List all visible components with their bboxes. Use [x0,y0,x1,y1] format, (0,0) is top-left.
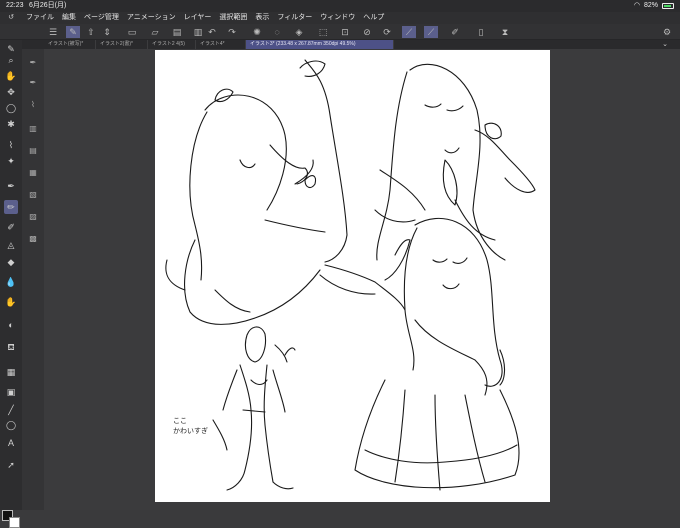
sparkle-tool-icon[interactable]: ✦ [4,154,18,168]
document-tabs: イラスト(被写)* イラスト2(書)* イラスト2 4(5) イラスト4* イラ… [22,40,680,49]
sub-tool-5-icon[interactable]: ▤ [27,145,39,157]
new-file-icon[interactable]: ▭ [125,26,139,38]
wand-tool-icon[interactable]: ✱ [4,117,18,131]
ruler-pen-icon[interactable]: ⟋ [402,26,416,38]
tab-illust-active[interactable]: イラスト3* (233.48 x 267.87mm 350dpi 49.5%) [246,40,394,49]
sub-tool-8-icon[interactable]: ▨ [27,211,39,223]
menu-layer[interactable]: レイヤー [180,12,216,24]
arrow-up-icon[interactable]: ⇧ [84,26,98,38]
tab-illust-4[interactable]: イラスト4* [196,40,246,49]
rotate-icon[interactable]: ⟳ [380,26,394,38]
frame-tool-icon[interactable]: ▣ [4,385,18,399]
status-date: 6月26日(月) [29,2,67,9]
status-right-group: ◠ 82% [634,0,674,12]
menu-selection[interactable]: 選択範囲 [215,12,251,24]
chevron-down-icon[interactable]: ⌄ [662,40,668,49]
color-chips[interactable] [2,510,20,528]
menu-bar: ↺ ファイル 編集 ページ管理 アニメーション レイヤー 選択範囲 表示 フィル… [0,12,680,24]
settings-icon[interactable]: ⚙ [660,26,674,38]
wifi-icon: ◠ [633,2,640,9]
app-logo-icon[interactable]: ↺ [0,12,22,24]
menu-filter[interactable]: フィルター [273,12,316,24]
undo-icon[interactable]: ↶ [205,26,219,38]
line-pen-icon[interactable]: ⟋ [424,26,438,38]
eyedropper-tool-icon[interactable]: ⌇ [4,138,18,152]
sketch-drawing [165,59,536,491]
selection-icon[interactable]: ⊡ [338,26,352,38]
lasso-tool-icon[interactable]: ◯ [4,101,18,115]
tab-illust-3[interactable]: イラスト2 4(5) [148,40,196,49]
bucket-tool-icon[interactable]: ⛾ [4,340,18,354]
sub-tool-3-icon[interactable]: ⌇ [27,99,39,111]
sub-tool-1-icon[interactable]: ✒ [27,57,39,69]
save-icon[interactable]: ▤ [170,26,184,38]
redo-icon[interactable]: ↷ [225,26,239,38]
slider-icon[interactable]: ⧗ [498,26,512,38]
open-folder-icon[interactable]: ▱ [148,26,162,38]
sub-tool-9-icon[interactable]: ▩ [27,233,39,245]
sub-tool-strip: ✒ ✒ ⌇ ▥ ▤ ▦ ▧ ▨ ▩ [22,49,44,510]
hand-tool-icon[interactable]: ✋ [4,69,18,83]
gradient-tool-icon[interactable]: ▦ [4,365,18,379]
status-time: 22:23 [6,2,24,9]
arrow-swap-icon[interactable]: ⇕ [100,26,114,38]
fill-tool-icon[interactable]: ◐ [4,318,18,332]
object-tool-icon[interactable]: ➚ [4,458,18,472]
invert-icon[interactable]: ⊘ [360,26,374,38]
sub-tool-7-icon[interactable]: ▧ [27,189,39,201]
sub-color-chip[interactable] [9,517,20,528]
menu-page[interactable]: ページ管理 [80,12,123,24]
menu-file[interactable]: ファイル [22,12,58,24]
menu-view[interactable]: 表示 [251,12,273,24]
move-tool-icon[interactable]: ✥ [4,85,18,99]
spinner-icon[interactable]: ✺ [250,26,264,38]
print-icon[interactable]: ▥ [191,26,205,38]
pen-mode-icon[interactable]: ✎ [66,26,80,38]
balloon-tool-icon[interactable]: ◯ [4,418,18,432]
blend-tool-icon[interactable]: 💧 [4,275,18,289]
battery-percent: 82% [643,2,658,9]
command-bar: ☰ ✎ ⇧ ⇕ ▭ ▱ ▤ ▥ ↶ ↷ ✺ ◌ ◈ ⬚ ⊡ ⊘ ⟳ ⟋ ⟋ ✐ … [0,24,680,40]
transform-icon[interactable]: ⬚ [316,26,330,38]
pen-tool-icon[interactable]: ✒ [4,179,18,193]
eraser-tool-icon[interactable]: ◆ [4,255,18,269]
menu-animation[interactable]: アニメーション [123,12,180,24]
ios-status-bar: 22:23 6月26日(月) ◠ 82% [0,0,680,12]
smudge-tool-icon[interactable]: ✋ [4,295,18,309]
note-line-1: ここ [173,417,187,425]
marker-tool-icon[interactable]: ✐ [4,220,18,234]
sub-tool-2-icon[interactable]: ✒ [27,77,39,89]
menu-window[interactable]: ウィンドウ [316,12,359,24]
text-tool-icon[interactable]: A [4,436,18,450]
tab-illust-2[interactable]: イラスト2(書)* [96,40,148,49]
hamburger-icon[interactable]: ☰ [46,26,60,38]
airbrush-tool-icon[interactable]: ◬ [4,238,18,252]
menu-help[interactable]: ヘルプ [359,12,388,24]
brush-icon[interactable]: ✐ [448,26,462,38]
fill-icon[interactable]: ◈ [292,26,306,38]
clear-icon[interactable]: ◌ [270,26,284,38]
menu-edit[interactable]: 編集 [58,12,80,24]
drawing-canvas[interactable]: ここ かわいすぎ [155,50,550,502]
note-line-2: かわいすぎ [173,427,208,435]
sub-tool-6-icon[interactable]: ▦ [27,167,39,179]
battery-icon [662,3,674,9]
sub-tool-4-icon[interactable]: ▥ [27,123,39,135]
pencil-tool-icon[interactable]: ✏ [4,200,18,214]
line-tool-icon[interactable]: ╱ [4,403,18,417]
tool-palette: ✎ ⌕ ✋ ✥ ◯ ✱ ⌇ ✦ ✒ ✏ ✐ ◬ ◆ 💧 ✋ ◐ ⛾ ▦ ▣ ╱ … [0,40,22,528]
tab-illust-1[interactable]: イラスト(被写)* [44,40,96,49]
paper-icon[interactable]: ▯ [474,26,488,38]
zoom-tool-icon[interactable]: ⌕ [4,53,18,67]
canvas-handwritten-note: ここ かわいすぎ [173,416,208,436]
